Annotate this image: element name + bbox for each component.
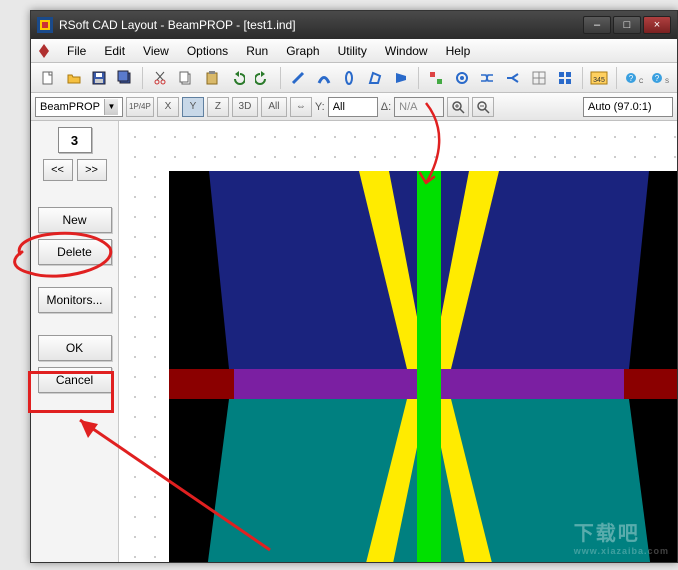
- taper-icon[interactable]: [390, 66, 412, 90]
- paste-icon[interactable]: [201, 66, 223, 90]
- close-button[interactable]: ×: [643, 16, 671, 34]
- toolbar-separator: [142, 67, 143, 89]
- menu-options[interactable]: Options: [179, 42, 236, 60]
- chevron-down-icon: ▼: [104, 99, 118, 115]
- tile-icon[interactable]: [554, 66, 576, 90]
- next-button[interactable]: >>: [77, 159, 107, 181]
- save-floppy-icon[interactable]: [89, 66, 111, 90]
- toolbar-separator: [418, 67, 419, 89]
- coupler-icon[interactable]: [476, 66, 498, 90]
- divider-icon[interactable]: ⇔: [290, 97, 312, 117]
- table-345-icon[interactable]: 345: [589, 66, 611, 90]
- axis-z-button[interactable]: Z: [207, 97, 229, 117]
- menu-edit[interactable]: Edit: [96, 42, 133, 60]
- titlebar: RSoft CAD Layout - BeamPROP - [test1.ind…: [31, 11, 677, 39]
- cut-icon[interactable]: [149, 66, 171, 90]
- window-title: RSoft CAD Layout - BeamPROP - [test1.ind…: [59, 18, 583, 32]
- toolbar-separator: [280, 67, 281, 89]
- side-panel: 3 << >> New Delete Monitors... OK Cancel: [31, 121, 119, 562]
- save-all-icon[interactable]: [114, 66, 136, 90]
- simulation-combo[interactable]: BeamPROP ▼: [35, 97, 123, 117]
- menu-graph[interactable]: Graph: [278, 42, 327, 60]
- menu-run[interactable]: Run: [238, 42, 276, 60]
- svg-text:CAD: CAD: [639, 79, 643, 85]
- help-cad-icon[interactable]: ? CAD: [623, 66, 645, 90]
- undo-icon[interactable]: [226, 66, 248, 90]
- zoom-in-button[interactable]: [447, 97, 469, 117]
- workspace: 3 << >> New Delete Monitors... OK Cancel: [31, 121, 677, 562]
- help-sim-icon[interactable]: ? SIM: [649, 66, 671, 90]
- fiber-icon[interactable]: [451, 66, 473, 90]
- prev-button[interactable]: <<: [43, 159, 73, 181]
- new-button[interactable]: New: [38, 207, 112, 233]
- main-toolbar: 345? CAD? SIM: [31, 63, 677, 93]
- menu-file[interactable]: File: [59, 42, 94, 60]
- delta-field: [394, 97, 444, 117]
- layer-index[interactable]: 3: [58, 127, 92, 153]
- delete-button[interactable]: Delete: [38, 239, 112, 265]
- layer-nav: << >>: [43, 159, 107, 181]
- polygon-icon[interactable]: [364, 66, 386, 90]
- design-canvas[interactable]: 下载吧www.xiazaiba.com: [119, 121, 677, 562]
- monitors-button[interactable]: Monitors...: [38, 287, 112, 313]
- delta-label: Δ:: [381, 101, 391, 113]
- lens-icon[interactable]: [339, 66, 361, 90]
- material-icon[interactable]: [425, 66, 447, 90]
- segment-icon[interactable]: [287, 66, 309, 90]
- svg-text:?: ?: [629, 74, 634, 83]
- redo-icon[interactable]: [252, 66, 274, 90]
- svg-text:345: 345: [594, 77, 606, 84]
- open-folder-icon[interactable]: [63, 66, 85, 90]
- arc-icon[interactable]: [313, 66, 335, 90]
- ok-button[interactable]: OK: [38, 335, 112, 361]
- zoom-auto-value: Auto (97.0:1): [588, 101, 652, 113]
- splitter-icon[interactable]: [502, 66, 524, 90]
- axis-3d-button[interactable]: 3D: [232, 97, 258, 117]
- menu-help[interactable]: Help: [438, 42, 479, 60]
- secondary-toolbar: BeamPROP ▼ 1P/4P X Y Z 3D All ⇔ Y: Δ: Au…: [31, 93, 677, 121]
- cancel-button[interactable]: Cancel: [38, 367, 112, 393]
- zoom-auto-combo[interactable]: Auto (97.0:1): [583, 97, 673, 117]
- zoom-out-button[interactable]: [472, 97, 494, 117]
- copy-icon[interactable]: [175, 66, 197, 90]
- app-logo-icon: [35, 42, 53, 60]
- app-icon: [37, 17, 53, 33]
- toolbar-separator: [582, 67, 583, 89]
- axis-x-button[interactable]: X: [157, 97, 179, 117]
- y-field[interactable]: [328, 97, 378, 117]
- axis-all-button[interactable]: All: [261, 97, 287, 117]
- new-file-icon[interactable]: [37, 66, 59, 90]
- menubar: File Edit View Options Run Graph Utility…: [31, 39, 677, 63]
- toolbar-separator: [616, 67, 617, 89]
- svg-text:?: ?: [655, 74, 660, 83]
- svg-text:SIM: SIM: [665, 79, 669, 85]
- window-controls: – □ ×: [583, 16, 671, 34]
- drawing-area: 下载吧www.xiazaiba.com: [169, 171, 677, 562]
- mode-1p4p-button[interactable]: 1P/4P: [126, 97, 154, 117]
- axis-y-button[interactable]: Y: [182, 97, 204, 117]
- menu-view[interactable]: View: [135, 42, 177, 60]
- simulation-combo-value: BeamPROP: [40, 101, 100, 113]
- y-label: Y:: [315, 101, 325, 113]
- menu-utility[interactable]: Utility: [330, 42, 375, 60]
- app-window: RSoft CAD Layout - BeamPROP - [test1.ind…: [30, 10, 678, 563]
- maximize-button[interactable]: □: [613, 16, 641, 34]
- grid-icon[interactable]: [528, 66, 550, 90]
- menu-window[interactable]: Window: [377, 42, 436, 60]
- minimize-button[interactable]: –: [583, 16, 611, 34]
